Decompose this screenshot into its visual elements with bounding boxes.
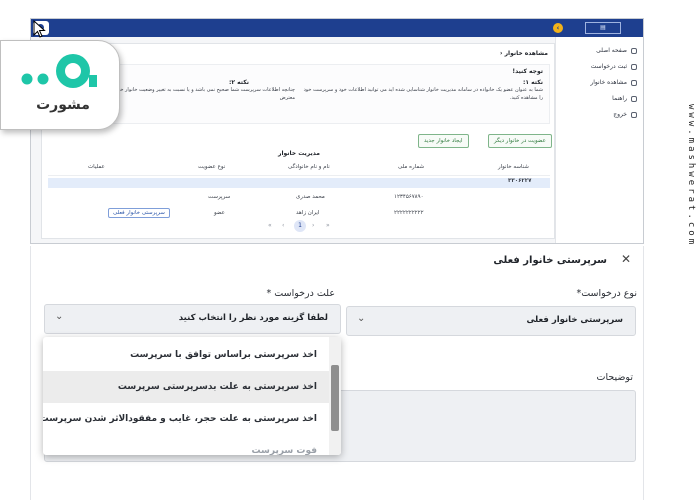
reason-placeholder: لطفا گزینه مورد نظر را انتخاب کنید <box>178 313 328 323</box>
sidebar-item-label: صفحه اصلی <box>596 47 627 54</box>
option-label: اخذ سرپرستی براساس توافق با سرپرست <box>130 350 317 360</box>
col-header: شناسه خانوار <box>498 164 529 170</box>
sidebar-item-label: مشاهده خانوار <box>590 79 627 86</box>
option-label: اخذ سرپرستی به علت حجر، غایب و مفقودالاث… <box>43 414 317 424</box>
logout-icon <box>631 111 637 118</box>
note1-text: شما به عنوان عضو یک خانواده در سامانه مد… <box>303 87 543 93</box>
request-type-label: نوع درخواست* <box>576 288 637 299</box>
reason-label: علت درخواست * <box>266 288 335 299</box>
document-icon <box>631 63 637 70</box>
table-header-row: شناسه خانوار شماره ملی نام و نام خانوادگ… <box>48 164 550 176</box>
button-label: عضویت در خانوار دیگر <box>494 138 546 144</box>
chevron-left-icon[interactable]: ‹ <box>500 50 502 57</box>
cell-name: محمد صدری <box>296 194 325 200</box>
note1-text-cont: را مشاهده کنید. <box>509 95 543 101</box>
table-row[interactable]: ۳۳۰۶۲۲۷ <box>48 178 550 188</box>
button-label: ایجاد خانوار جدید <box>424 138 463 144</box>
brand-logo: مشورت <box>0 40 120 130</box>
users-icon <box>631 79 637 86</box>
dropdown-option[interactable]: فوت سرپرست <box>43 435 329 455</box>
note1-title: نکته ۱: <box>523 79 543 86</box>
brand-name: مشورت <box>36 97 90 113</box>
dropdown-option[interactable]: اخذ سرپرستی براساس توافق با سرپرست <box>43 339 329 371</box>
dropdown-option[interactable]: اخذ سرپرستی به علت حجر، غایب و مفقودالاث… <box>43 403 329 435</box>
form-title: سرپرستی خانوار فعلی <box>493 255 607 266</box>
option-label: اخذ سرپرستی به علت بدسرپرستی سرپرست <box>117 382 317 392</box>
chevron-down-icon: ⌄ <box>357 313 366 324</box>
pager-current[interactable]: 1 <box>294 220 306 232</box>
request-type-select[interactable]: سرپرستی خانوار فعلی ⌄ <box>346 306 636 336</box>
cell-name: ایران زاهد <box>296 210 320 216</box>
top-screenshot-panel: ‹ ▤ صفحه اصلی ثبت درخواست مشاهده خانوار … <box>30 18 644 244</box>
site-logo-icon: ▤ <box>585 22 621 34</box>
sidebar-item-label: خروج <box>613 111 627 118</box>
sidebar-item-family[interactable]: مشاهده خانوار <box>590 79 637 86</box>
sidebar-item-request[interactable]: ثبت درخواست <box>591 63 637 70</box>
cell-national-id: ۲۲۲۲۲۲۲۲۲۲ <box>394 210 424 216</box>
sidebar-item-label: راهنما <box>612 95 627 102</box>
cell-national-id: ۱۲۳۴۵۶۷۸۹۰ <box>394 194 424 200</box>
table-title: مدیریت خانوار <box>278 150 320 157</box>
dropdown-option[interactable]: اخذ سرپرستی به علت بدسرپرستی سرپرست <box>43 371 329 403</box>
head-current-family-button[interactable]: سرپرستی خانوار فعلی <box>108 208 170 218</box>
dropdown-scrollbar[interactable] <box>329 337 341 455</box>
reason-select[interactable]: لطفا گزینه مورد نظر را انتخاب کنید ⌄ <box>44 304 341 334</box>
sidebar-item-home[interactable]: صفحه اصلی <box>596 47 637 54</box>
button-label: سرپرستی خانوار فعلی <box>113 210 165 216</box>
top-header-bar: ‹ ▤ <box>31 19 643 37</box>
brand-logo-icon <box>21 54 97 88</box>
col-header: شماره ملی <box>398 164 425 170</box>
note2-title: نکته ۲: <box>229 79 249 86</box>
first-page-icon[interactable]: « <box>268 222 272 229</box>
create-family-button[interactable]: ایجاد خانوار جدید <box>418 134 469 148</box>
breadcrumb-text: مشاهده خانوار <box>504 50 548 57</box>
join-other-family-button[interactable]: عضویت در خانوار دیگر <box>488 134 552 148</box>
family-id: ۳۳۰۶۲۲۷ <box>508 178 532 184</box>
col-header: عملیات <box>88 164 105 170</box>
sidebar: صفحه اصلی ثبت درخواست مشاهده خانوار راهن… <box>555 37 643 243</box>
cell-membership: عضو <box>214 210 225 216</box>
sidebar-item-help[interactable]: راهنما <box>612 95 637 102</box>
description-label: توضیحات <box>596 372 633 383</box>
page-title: مشاهده خانوار ‹ <box>500 50 548 57</box>
mouse-cursor-icon <box>33 20 46 38</box>
prev-page-icon[interactable]: ‹ <box>282 222 284 229</box>
help-icon <box>631 95 637 102</box>
home-icon <box>631 47 637 54</box>
close-icon[interactable]: ✕ <box>621 252 631 266</box>
sidebar-item-logout[interactable]: خروج <box>613 111 637 118</box>
chevron-down-icon: ⌄ <box>55 311 64 322</box>
notice-heading: توجه کنید! <box>512 68 543 75</box>
request-type-value: سرپرستی خانوار فعلی <box>526 315 623 325</box>
col-header: نوع عضویت <box>198 164 226 170</box>
scrollbar-thumb[interactable] <box>331 365 339 431</box>
col-header: نام و نام خانوادگی <box>288 164 330 170</box>
sidebar-item-label: ثبت درخواست <box>590 63 627 70</box>
last-page-icon[interactable]: » <box>326 222 330 229</box>
option-label: فوت سرپرست <box>251 446 317 455</box>
collapse-menu-icon[interactable]: ‹ <box>553 23 563 33</box>
cell-membership: سرپرست <box>208 194 231 200</box>
notice-box: توجه کنید! نکته ۱: شما به عنوان عضو یک خ… <box>48 64 550 124</box>
next-page-icon[interactable]: › <box>312 222 314 229</box>
reason-dropdown-list[interactable]: اخذ سرپرستی براساس توافق با سرپرست اخذ س… <box>43 337 341 455</box>
table-row[interactable]: ۱۲۳۴۵۶۷۸۹۰ محمد صدری سرپرست <box>48 194 550 206</box>
website-watermark: www.mashwerat.com <box>686 104 696 248</box>
